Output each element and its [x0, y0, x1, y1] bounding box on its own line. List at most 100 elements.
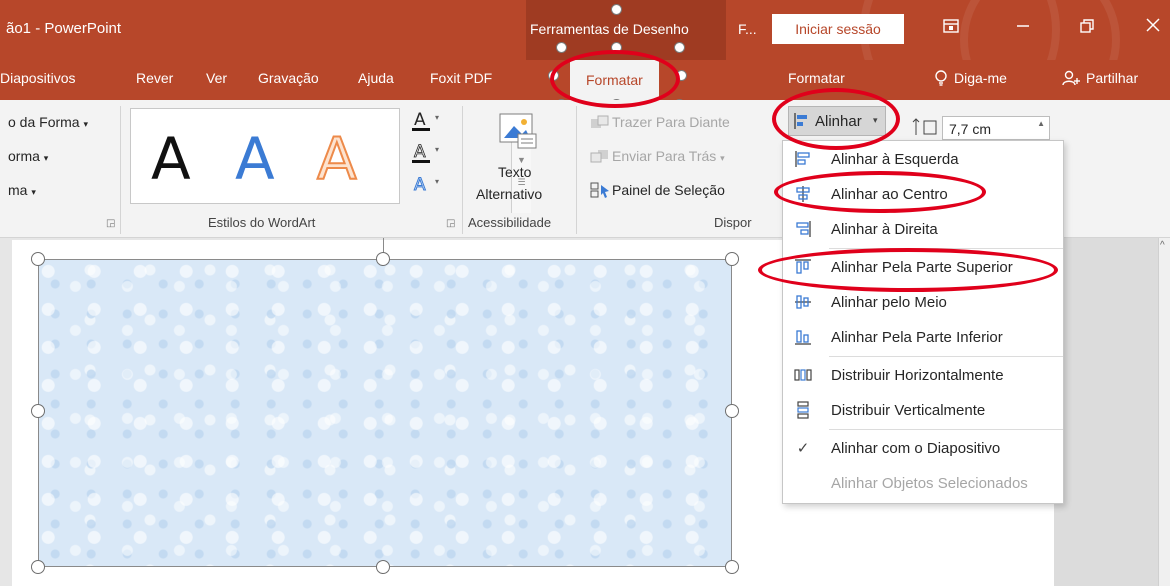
tab-foxit-pdf[interactable]: Foxit PDF: [430, 70, 492, 86]
menu-item-align-selected-objects[interactable]: Alinhar Objetos Selecionados: [783, 467, 1063, 501]
chevron-down-icon: ▾: [31, 187, 36, 197]
wordart-style-orange-outline[interactable]: A: [316, 124, 358, 194]
lightbulb-icon: [935, 70, 947, 86]
tell-me-search[interactable]: Diga-me: [934, 70, 1007, 86]
restore-icon[interactable]: [1072, 14, 1102, 44]
alt-text-icon[interactable]: [498, 110, 538, 153]
selection-handle: [674, 42, 685, 53]
align-right-icon: [793, 220, 813, 240]
menu-separator: [829, 429, 1063, 430]
selection-pane-button[interactable]: Painel de Seleção: [590, 182, 725, 198]
menu-label: Alinhar pelo Meio: [831, 294, 947, 311]
svg-text:A: A: [414, 142, 426, 162]
shape-outline-button[interactable]: orma ▾: [8, 148, 48, 164]
tab-gravacao[interactable]: Gravação: [258, 70, 319, 86]
resize-handle-top[interactable]: [376, 252, 390, 266]
annotation-oval-align-top: [758, 248, 1058, 292]
chevron-down-icon: ▾: [43, 153, 49, 163]
svg-text:A: A: [414, 175, 426, 195]
tell-me-label: Diga-me: [954, 70, 1007, 86]
distribute-horizontal-icon: [793, 366, 813, 386]
menu-item-align-bottom[interactable]: Alinhar Pela Parte Inferior: [783, 321, 1063, 355]
resize-handle-right[interactable]: [725, 404, 739, 418]
svg-text:A: A: [414, 110, 426, 130]
resize-handle-left[interactable]: [31, 404, 45, 418]
share-button[interactable]: Partilhar: [1062, 70, 1138, 86]
annotation-oval-align-center: [774, 171, 986, 213]
menu-item-align-right[interactable]: Alinhar à Direita: [783, 213, 1063, 247]
menu-label: Distribuir Horizontalmente: [831, 367, 1004, 384]
alt-text-label-1[interactable]: Texto: [498, 164, 531, 180]
menu-label: Alinhar à Esquerda: [831, 151, 959, 168]
sign-in-button[interactable]: Iniciar sessão: [772, 14, 904, 44]
tab-diapositivos[interactable]: Diapositivos: [0, 70, 75, 86]
context-label-truncated: F...: [738, 21, 757, 37]
chevron-down-icon: ▾: [83, 119, 89, 129]
align-bottom-icon: [793, 328, 813, 348]
notes-side-panel: [1054, 238, 1158, 586]
vertical-scrollbar[interactable]: ^: [1158, 238, 1170, 586]
send-backward-button[interactable]: Enviar Para Trás ▾: [590, 148, 725, 164]
group-label-wordart: Estilos do WordArt: [208, 215, 316, 230]
annotation-oval-alinhar: [772, 88, 900, 150]
shape-outline-label: orma: [8, 148, 40, 164]
checkmark-icon: ✓: [796, 440, 810, 457]
tab-formatar-second[interactable]: Formatar: [788, 70, 845, 86]
resize-handle-top-right[interactable]: [725, 252, 739, 266]
text-fill-icon[interactable]: A ▾: [412, 110, 442, 135]
resize-handle-bottom[interactable]: [376, 560, 390, 574]
title-bar: ão1 - PowerPoint Ferramentas de Desenho …: [0, 0, 1170, 130]
menu-item-distribute-horizontal[interactable]: Distribuir Horizontalmente: [783, 359, 1063, 393]
drawing-tools-label: Ferramentas de Desenho: [530, 21, 689, 37]
distribute-vertical-icon: [793, 401, 813, 421]
tab-rever[interactable]: Rever: [136, 70, 173, 86]
group-label-accessibility: Acessibilidade: [468, 215, 552, 230]
menu-label: Alinhar à Direita: [831, 221, 938, 238]
dialog-launcher-icon[interactable]: ◲: [446, 218, 455, 229]
align-left-icon: [793, 150, 813, 170]
chevron-down-icon: ▾: [720, 153, 725, 163]
menu-item-distribute-vertical[interactable]: Distribuir Verticalmente: [783, 394, 1063, 428]
svg-text:▾: ▾: [435, 177, 439, 186]
annotation-oval-formatar: [550, 50, 680, 108]
tab-ver[interactable]: Ver: [206, 70, 227, 86]
text-outline-icon[interactable]: A ▾: [412, 142, 442, 167]
shape-fill-label: o da Forma: [8, 114, 80, 130]
wordart-style-black[interactable]: A: [151, 125, 191, 193]
person-add-icon: [1062, 70, 1080, 86]
bring-forward-label: Trazer Para Diante: [612, 114, 730, 130]
menu-item-align-to-slide[interactable]: ✓ Alinhar com o Diapositivo: [783, 432, 1063, 466]
resize-handle-bottom-right[interactable]: [725, 560, 739, 574]
resize-handle-bottom-left[interactable]: [31, 560, 45, 574]
ribbon-display-icon[interactable]: [936, 14, 966, 44]
selection-pane-label: Painel de Seleção: [612, 182, 725, 198]
alt-text-label-2[interactable]: Alternativo: [476, 186, 542, 202]
shape-effects-button[interactable]: ma ▾: [8, 182, 36, 198]
wordart-gallery[interactable]: A A A ▲ ▼ ☰: [130, 108, 531, 213]
share-label: Partilhar: [1086, 70, 1139, 86]
close-icon[interactable]: [1138, 14, 1168, 44]
tab-ajuda[interactable]: Ajuda: [358, 70, 394, 86]
bring-forward-button[interactable]: Trazer Para Diante: [590, 114, 730, 130]
selection-handle: [611, 4, 622, 15]
menu-label: Alinhar Objetos Selecionados: [831, 475, 1028, 492]
height-icon: [912, 118, 940, 139]
group-separator: [120, 106, 121, 234]
svg-text:▾: ▾: [435, 113, 439, 122]
selected-rectangle-shape[interactable]: [38, 259, 732, 567]
bring-forward-icon: [591, 115, 609, 128]
group-separator: [576, 106, 577, 234]
text-effects-icon[interactable]: A ▾: [412, 174, 442, 199]
resize-handle-top-left[interactable]: [31, 252, 45, 266]
minimize-icon[interactable]: [1008, 14, 1038, 44]
group-label-arrange: Dispor: [714, 215, 752, 230]
align-middle-icon: [793, 293, 813, 313]
wordart-style-blue[interactable]: A: [235, 125, 275, 193]
shape-fill-button[interactable]: o da Forma ▾: [8, 114, 88, 130]
height-input[interactable]: 7,7 cm ▲: [942, 116, 1050, 140]
selection-handle: [556, 42, 567, 53]
spin-up-icon[interactable]: ▲: [1037, 119, 1045, 128]
dialog-launcher-icon[interactable]: ◲: [106, 218, 115, 229]
chevron-up-icon[interactable]: ^: [1160, 240, 1165, 251]
svg-text:▾: ▾: [435, 145, 439, 154]
